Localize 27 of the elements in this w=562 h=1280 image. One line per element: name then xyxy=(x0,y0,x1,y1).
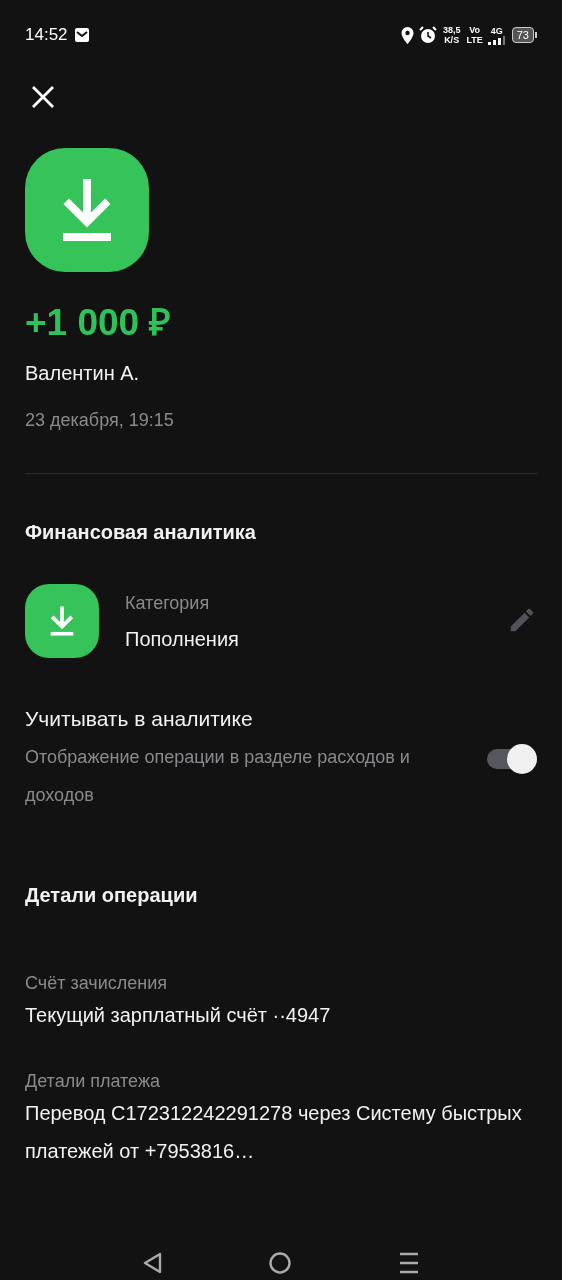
field-label: Счёт зачисления xyxy=(25,972,168,995)
operation-date: 23 декабря, 19:15 xyxy=(25,409,175,432)
category-label: Категория xyxy=(125,591,211,615)
speed-value: 38,5 xyxy=(442,25,461,35)
volte-label: Vo xyxy=(469,25,480,35)
volte-label: LTE xyxy=(466,35,483,45)
section-title: Финансовая аналитика xyxy=(25,520,257,545)
analytics-toggle[interactable] xyxy=(487,744,537,774)
amount: +1 000 ₽ xyxy=(25,301,173,345)
mail-icon xyxy=(73,27,90,43)
signal-icon xyxy=(487,35,506,45)
network-label: 4G xyxy=(490,25,503,36)
field-value: Перевод C172312242291278 через Систему быстрых платежей от +7953816… xyxy=(25,1101,523,1164)
category-value: Пополнения xyxy=(125,626,240,652)
field-label: Детали платежа xyxy=(25,1070,161,1093)
alarm-icon xyxy=(418,26,437,44)
download-icon xyxy=(25,148,149,272)
section-title: Детали операции xyxy=(25,883,199,908)
clock-time: 14:52 xyxy=(25,25,68,45)
toggle-title: Учитывать в аналитике xyxy=(25,706,254,732)
field-value: Текущий зарплатный счёт ··4947 xyxy=(25,1003,332,1028)
location-icon xyxy=(400,26,414,44)
sender-name: Валентин А. xyxy=(25,361,141,386)
toggle-description: Отображение операции в разделе расходов и доходов xyxy=(25,746,411,807)
category-icon xyxy=(25,584,99,658)
speed-unit: K/S xyxy=(444,35,460,45)
battery-icon: 73 xyxy=(511,27,534,43)
